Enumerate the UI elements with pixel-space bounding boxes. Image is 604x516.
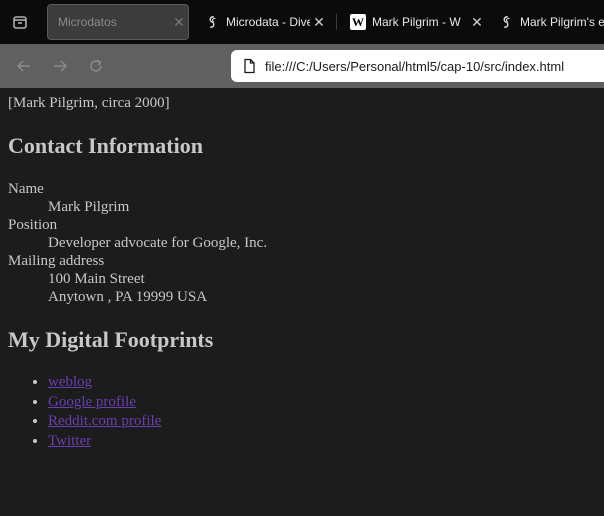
tab-actions-icon — [13, 16, 27, 29]
city-line: Anytown , PA 19999 USA — [48, 289, 208, 305]
list-item: Twitter — [48, 432, 161, 452]
forward-arrow-icon — [54, 60, 68, 72]
tab-microdatos[interactable]: Microdatos ✕ — [47, 4, 189, 40]
list-item: Reddit.com profile — [48, 412, 161, 432]
contact-heading: Contact Information — [8, 133, 203, 158]
name-value: Mark Pilgrim — [48, 199, 130, 215]
back-button[interactable] — [12, 54, 36, 78]
close-icon[interactable]: ✕ — [310, 14, 328, 31]
tab-title: Mark Pilgrim's e — [520, 15, 604, 29]
footprints-heading: My Digital Footprints — [8, 327, 214, 352]
tab-title: Microdata - Dive — [226, 15, 310, 29]
close-icon[interactable]: ✕ — [468, 14, 486, 31]
position-value: Developer advocate for Google, Inc. — [48, 235, 268, 251]
tab-microdata-dive[interactable]: Microdata - Dive ✕ — [204, 4, 328, 40]
list-item: weblog — [48, 373, 161, 393]
photo-alt-text: [Mark Pilgrim, circa 2000] — [8, 95, 170, 111]
tab-actions-button[interactable] — [0, 0, 40, 44]
back-arrow-icon — [16, 60, 30, 72]
close-icon[interactable]: ✕ — [170, 14, 188, 31]
page-content: [Mark Pilgrim, circa 2000] Contact Infor… — [0, 88, 604, 516]
tab-strip: Microdatos ✕ Microdata - Dive ✕ W Mark P… — [0, 0, 604, 44]
tab-title: Mark Pilgrim - W — [372, 15, 461, 29]
tab-title: Microdatos — [58, 15, 117, 29]
tab-mark-pilgrim-wikipedia[interactable]: W Mark Pilgrim - W ✕ — [350, 4, 486, 40]
forward-button[interactable] — [48, 54, 72, 78]
address-label: Mailing address — [8, 253, 105, 269]
tab-separator — [336, 14, 337, 30]
weblog-link[interactable]: weblog — [48, 374, 92, 390]
google-profile-link[interactable]: Google profile — [48, 394, 136, 410]
reddit-profile-link[interactable]: Reddit.com profile — [48, 413, 161, 429]
position-label: Position — [8, 217, 58, 233]
url-text: file:///C:/Users/Personal/html5/cap-10/s… — [265, 58, 565, 74]
twitter-link[interactable]: Twitter — [48, 433, 91, 449]
list-item: Google profile — [48, 393, 161, 413]
wikipedia-icon: W — [350, 14, 366, 30]
contact-list: Name Mark Pilgrim Position Developer adv… — [8, 180, 267, 306]
dive-into-icon — [498, 14, 514, 30]
footprints-list: weblog Google profile Reddit.com profile… — [8, 373, 161, 451]
refresh-icon — [90, 59, 102, 72]
address-bar[interactable]: file:///C:/Users/Personal/html5/cap-10/s… — [231, 50, 604, 82]
file-page-icon — [244, 58, 255, 74]
name-label: Name — [8, 181, 44, 197]
refresh-button[interactable] — [84, 54, 108, 78]
dive-into-icon — [204, 14, 220, 30]
street-address: 100 Main Street — [48, 271, 145, 287]
tab-mark-pilgrim-e[interactable]: Mark Pilgrim's e — [498, 4, 604, 40]
